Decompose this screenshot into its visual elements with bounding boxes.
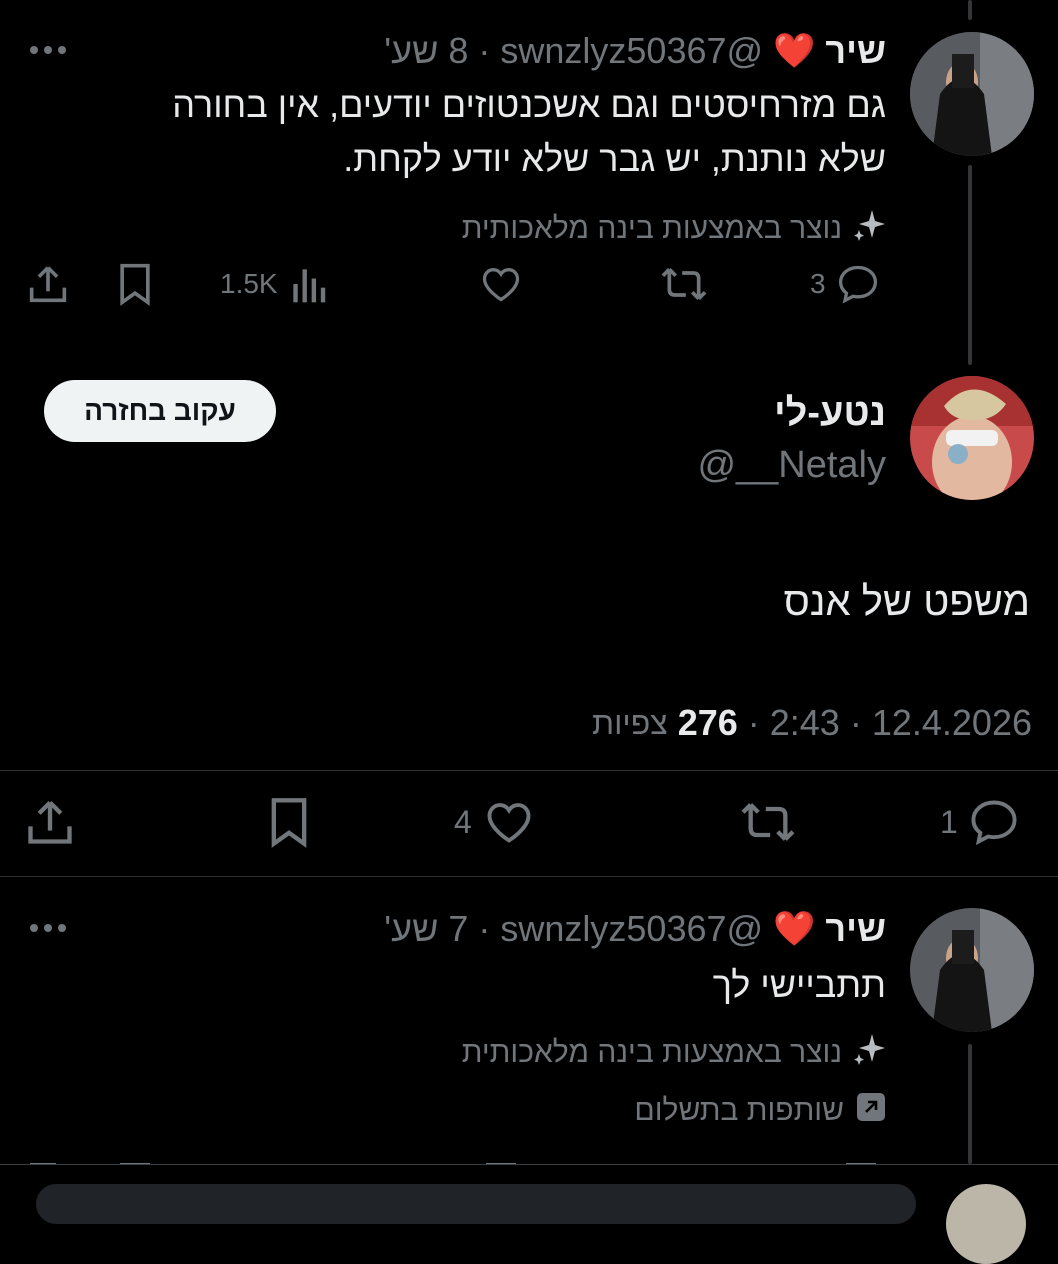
reply-count: 1: [940, 803, 958, 840]
avatar-photo: [910, 908, 1034, 1032]
retweet-action[interactable]: [660, 262, 708, 306]
post-text: משפט של אנס: [783, 580, 1030, 624]
like-icon: [482, 796, 536, 848]
views-label: צפיות: [592, 704, 668, 741]
avatar[interactable]: [946, 1184, 1026, 1264]
retweet-action[interactable]: [738, 796, 798, 848]
user-handle[interactable]: @swnzlyz50367: [500, 30, 763, 72]
paid-partnership-text: שותפות בתשלום: [634, 1094, 844, 1127]
avatar-photo: [910, 376, 1034, 500]
views-action[interactable]: 1.5K: [220, 262, 328, 306]
user-handle[interactable]: @swnzlyz50367: [500, 908, 763, 950]
dot-separator: ·: [747, 702, 760, 743]
share-action[interactable]: [26, 796, 74, 848]
ai-label-text: נוצר באמצעות בינה מלאכותית: [461, 212, 842, 245]
follow-back-button[interactable]: עקוב בחזרה: [44, 380, 276, 442]
author-handle[interactable]: @__Netaly: [697, 444, 886, 487]
thread-line-reply1: [968, 165, 972, 365]
more-icon[interactable]: [28, 40, 68, 60]
thread-line-top: [968, 0, 972, 20]
ai-label: נוצר באמצעות בינה מלאכותית: [462, 1032, 886, 1074]
sparkle-icon: [852, 1032, 886, 1074]
paid-partnership-icon: [856, 1092, 886, 1130]
views-count: 1.5K: [220, 268, 278, 299]
like-icon: [478, 262, 524, 306]
heart-emoji: ❤️: [773, 910, 816, 948]
reply-action[interactable]: 3: [810, 262, 880, 306]
bottom-action-row-partial: [0, 1156, 1058, 1164]
post-meta: צפיות 276 · 2:43 · 12.4.2026: [592, 702, 1032, 744]
like-action[interactable]: 4: [454, 796, 536, 848]
reply-text-line-2: שלא נותנת, יש גבר שלא יודע לקחת.: [343, 138, 886, 179]
reply-count: 3: [810, 268, 826, 299]
retweet-icon: [738, 796, 798, 848]
reply-header: שיר ❤️ @swnzlyz50367 · 7 שע': [384, 904, 886, 954]
like-action[interactable]: [478, 262, 524, 306]
divider: [0, 1164, 1058, 1165]
retweet-icon: [660, 262, 708, 306]
reply-header: שיר ❤️ @swnzlyz50367 · 8 שע': [384, 26, 886, 76]
post-time[interactable]: 8 שע': [384, 30, 468, 72]
bookmark-action[interactable]: [116, 262, 154, 306]
dot-separator: ·: [478, 30, 491, 71]
sparkle-icon: [852, 208, 886, 250]
avatar[interactable]: [910, 908, 1034, 1032]
reply-action[interactable]: 1: [940, 796, 1020, 848]
avatar[interactable]: [910, 32, 1034, 156]
bookmark-icon: [266, 796, 312, 848]
post-time: 2:43: [769, 702, 840, 743]
post-date: 12.4.2026: [871, 702, 1032, 743]
avatar[interactable]: [910, 376, 1034, 500]
bookmark-action[interactable]: [266, 796, 312, 848]
bookmark-icon: [116, 262, 154, 306]
heart-emoji: ❤️: [773, 32, 816, 70]
author-name[interactable]: נטע-לי: [774, 392, 886, 435]
reply-compose-bar[interactable]: [36, 1184, 916, 1224]
like-count: 4: [454, 803, 472, 840]
user-name[interactable]: שיר: [825, 30, 886, 72]
reply-icon: [836, 262, 880, 306]
reply-text-line-1: גם מזרחיסטים וגם אשכנטוזים יודעים, אין ב…: [172, 84, 886, 125]
post-time[interactable]: 7 שע': [384, 908, 468, 950]
share-icon: [26, 796, 74, 848]
share-action[interactable]: [28, 262, 68, 306]
views-icon: [288, 262, 328, 306]
ai-label: נוצר באמצעות בינה מלאכותית: [462, 208, 886, 250]
ai-label-text: נוצר באמצעות בינה מלאכותית: [461, 1036, 842, 1069]
more-icon[interactable]: [28, 918, 68, 938]
reply-icon: [968, 796, 1020, 848]
share-icon: [28, 262, 68, 306]
divider: [0, 770, 1058, 771]
user-name[interactable]: שיר: [825, 908, 886, 950]
dot-separator: ·: [478, 908, 491, 949]
thread-line-reply2: [968, 1044, 972, 1164]
divider: [0, 876, 1058, 877]
dot-separator: ·: [849, 702, 862, 743]
views-count[interactable]: 276: [678, 702, 738, 744]
reply-text: תתביישי לך: [712, 964, 886, 1005]
avatar-photo: [910, 32, 1034, 156]
paid-partnership-label[interactable]: שותפות בתשלום: [634, 1092, 886, 1130]
